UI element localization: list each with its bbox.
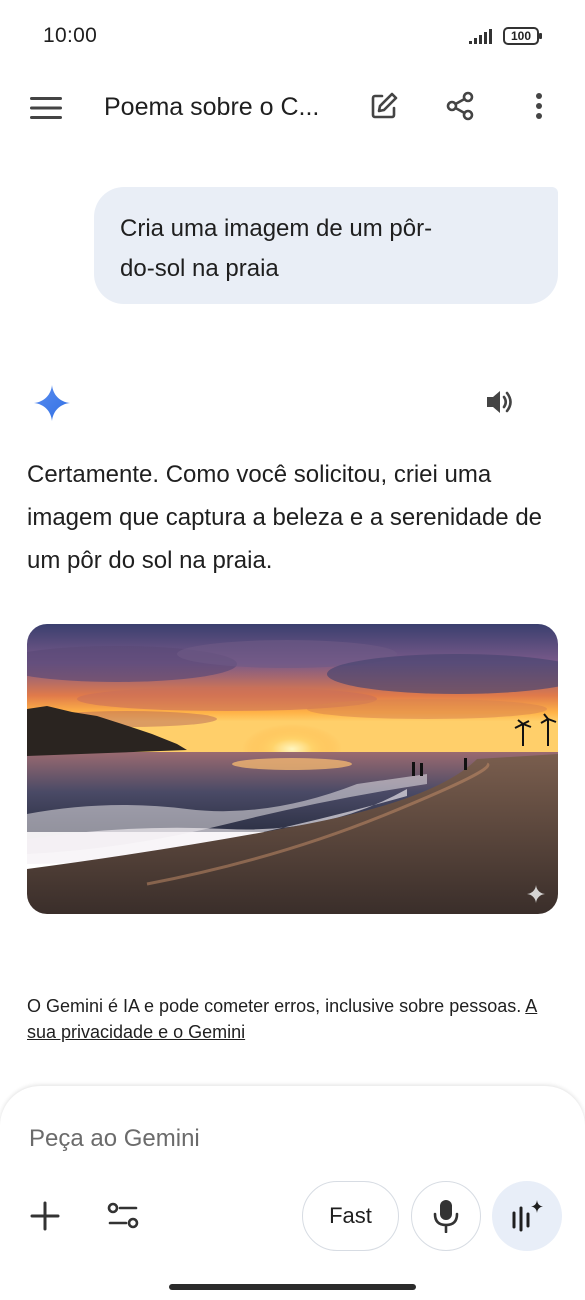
share-icon (446, 91, 474, 121)
response-text: Certamente. Como você solicitou, criei u… (27, 461, 543, 574)
share-button[interactable] (440, 86, 480, 126)
disclaimer: O Gemini é IA e pode cometer erros, incl… (27, 993, 567, 1045)
user-message-bubble[interactable]: Cria uma imagem de um pôr-do-sol na prai… (94, 187, 558, 304)
more-vert-icon (536, 93, 542, 119)
model-mode-button[interactable]: Fast (302, 1181, 399, 1251)
user-message-text: Cria uma imagem de um pôr-do-sol na prai… (120, 215, 433, 282)
plus-icon (30, 1201, 60, 1231)
sunset-beach-illustration (27, 624, 558, 914)
top-app-bar: Poema sobre o C... (0, 72, 585, 142)
tools-button[interactable] (103, 1196, 143, 1236)
signal-icon (469, 29, 492, 44)
menu-icon (30, 97, 62, 119)
conversation-title[interactable]: Poema sobre o C... (104, 93, 319, 122)
gemini-chat-screen: 10:00 100 Poema sobre o C... Cria uma im… (0, 0, 585, 1300)
generated-sunset-image[interactable] (27, 624, 558, 914)
read-aloud-button[interactable] (480, 382, 520, 422)
home-indicator[interactable] (169, 1284, 416, 1290)
gemini-spark-icon (34, 385, 70, 421)
edit-button[interactable] (364, 86, 404, 126)
menu-button[interactable] (26, 88, 66, 128)
tools-icon (107, 1202, 139, 1229)
prompt-input[interactable] (29, 1122, 429, 1156)
disclaimer-text: O Gemini é IA e pode cometer erros, incl… (27, 996, 522, 1016)
mic-icon (433, 1200, 459, 1233)
mic-button[interactable] (411, 1181, 481, 1251)
more-options-button[interactable] (519, 86, 559, 126)
status-bar: 10:00 100 (0, 0, 585, 72)
battery-icon: 100 (503, 27, 542, 45)
edit-icon (371, 92, 398, 119)
live-icon (512, 1200, 543, 1232)
battery-level: 100 (510, 29, 532, 43)
status-time: 10:00 (43, 24, 98, 47)
live-button[interactable] (492, 1181, 562, 1251)
ai-generated-icon (527, 885, 545, 903)
composer: Fast (0, 1086, 585, 1300)
volume-icon (487, 391, 512, 413)
add-attachment-button[interactable] (25, 1196, 65, 1236)
